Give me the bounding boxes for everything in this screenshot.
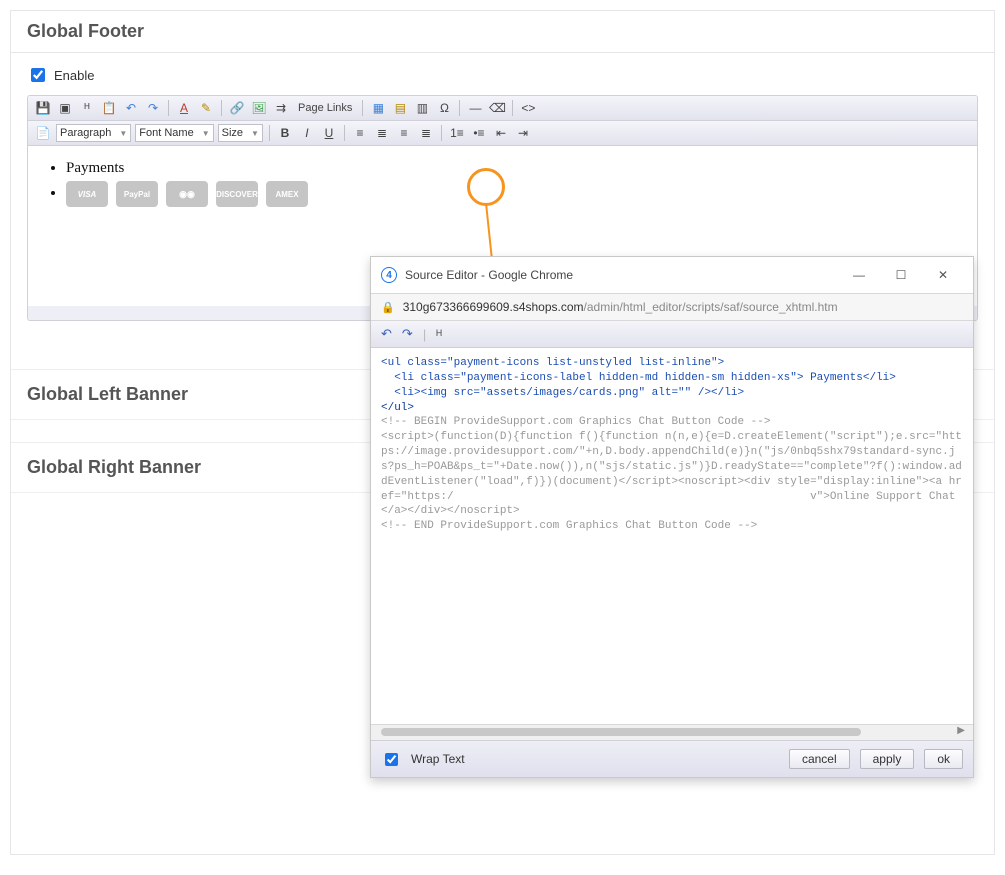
- wrap-text-checkbox[interactable]: [385, 753, 398, 766]
- separator: [362, 100, 363, 116]
- window-title: Source Editor - Google Chrome: [405, 268, 573, 282]
- fullscreen-icon[interactable]: ▣: [56, 99, 74, 117]
- separator: [221, 100, 222, 116]
- new-icon[interactable]: 📄: [34, 124, 52, 142]
- justify-icon[interactable]: ≣: [417, 124, 435, 142]
- separator: [512, 100, 513, 116]
- ul-icon[interactable]: •≡: [470, 124, 488, 142]
- card-amex-icon: AMEX: [266, 181, 308, 207]
- ok-button[interactable]: ok: [924, 749, 963, 769]
- card-discover-icon: DISCOVER: [216, 181, 258, 207]
- wrap-text-label[interactable]: Wrap Text: [411, 752, 465, 766]
- maximize-button[interactable]: ☐: [881, 263, 921, 287]
- anchor-icon[interactable]: ⇉: [272, 99, 290, 117]
- source-code-area[interactable]: <ul class="payment-icons list-unstyled l…: [371, 348, 973, 724]
- align-right-icon[interactable]: ≡: [395, 124, 413, 142]
- source-code-icon[interactable]: <>: [519, 99, 537, 117]
- separator: [441, 125, 442, 141]
- save-icon[interactable]: 💾: [34, 99, 52, 117]
- omega-icon[interactable]: Ω: [435, 99, 453, 117]
- enable-checkbox[interactable]: [31, 68, 45, 82]
- close-button[interactable]: ✕: [923, 263, 963, 287]
- payments-label: Payments: [66, 160, 957, 177]
- clear-format-icon[interactable]: ⌫: [488, 99, 506, 117]
- card-visa-icon: VISA: [66, 181, 108, 207]
- horizontal-scrollbar[interactable]: [371, 724, 973, 740]
- find-icon[interactable]: ᴴ: [78, 99, 96, 117]
- find-icon[interactable]: ᴴ: [436, 327, 442, 342]
- separator: [168, 100, 169, 116]
- font-name-select[interactable]: Font Name: [135, 124, 213, 142]
- undo-icon[interactable]: ↶: [381, 326, 392, 342]
- lock-icon: 🔒: [381, 301, 395, 314]
- source-editor-window: 4 Source Editor - Google Chrome — ☐ ✕ 🔒 …: [370, 256, 974, 778]
- layout-icon[interactable]: ▤: [391, 99, 409, 117]
- link-icon[interactable]: 🔗: [228, 99, 246, 117]
- redo-icon[interactable]: ↷: [144, 99, 162, 117]
- underline-icon[interactable]: U: [320, 124, 338, 142]
- outdent-icon[interactable]: ⇤: [492, 124, 510, 142]
- card-mastercard-icon: ◉◉: [166, 181, 208, 207]
- address-url: 310g673366699609.s4shops.com/admin/html_…: [403, 300, 838, 314]
- minimize-button[interactable]: —: [839, 263, 879, 287]
- undo-icon[interactable]: ↶: [122, 99, 140, 117]
- address-bar: 🔒 310g673366699609.s4shops.com/admin/htm…: [371, 294, 973, 321]
- align-left-icon[interactable]: ≡: [351, 124, 369, 142]
- source-editor-footer: Wrap Text cancel apply ok: [371, 740, 973, 777]
- font-size-select[interactable]: Size: [218, 124, 263, 142]
- table-icon[interactable]: ▦: [369, 99, 387, 117]
- app-badge-icon: 4: [381, 267, 397, 283]
- redo-icon[interactable]: ↷: [402, 326, 413, 342]
- payment-cards-row: VISA PayPal ◉◉ DISCOVER AMEX: [66, 181, 957, 207]
- ol-icon[interactable]: 1≡: [448, 124, 466, 142]
- source-editor-toolbar: ↶ ↷ | ᴴ: [371, 321, 973, 348]
- grid-icon[interactable]: ▥: [413, 99, 431, 117]
- cancel-button[interactable]: cancel: [789, 749, 850, 769]
- editor-toolbar-2: 📄 Paragraph Font Name Size B I U ≡ ≣ ≡ ≣…: [28, 121, 977, 146]
- highlight-icon[interactable]: ✎: [197, 99, 215, 117]
- section-header-global-footer: Global Footer: [11, 11, 994, 53]
- align-center-icon[interactable]: ≣: [373, 124, 391, 142]
- separator: [269, 125, 270, 141]
- enable-label[interactable]: Enable: [54, 68, 94, 83]
- editor-toolbar-1: 💾 ▣ ᴴ 📋 ↶ ↷ A ✎ 🔗 🖼 ⇉ Page Links ▦ ▤ ▥ Ω: [28, 96, 977, 121]
- card-paypal-icon: PayPal: [116, 181, 158, 207]
- italic-icon[interactable]: I: [298, 124, 316, 142]
- separator: [344, 125, 345, 141]
- apply-button[interactable]: apply: [860, 749, 915, 769]
- font-color-icon[interactable]: A: [175, 99, 193, 117]
- paste-icon[interactable]: 📋: [100, 99, 118, 117]
- page-links-button[interactable]: Page Links: [294, 102, 356, 114]
- image-icon[interactable]: 🖼: [250, 99, 268, 117]
- window-titlebar: 4 Source Editor - Google Chrome — ☐ ✕: [371, 257, 973, 294]
- paragraph-select[interactable]: Paragraph: [56, 124, 131, 142]
- separator: [459, 100, 460, 116]
- bold-icon[interactable]: B: [276, 124, 294, 142]
- indent-icon[interactable]: ⇥: [514, 124, 532, 142]
- hr-icon[interactable]: —: [466, 99, 484, 117]
